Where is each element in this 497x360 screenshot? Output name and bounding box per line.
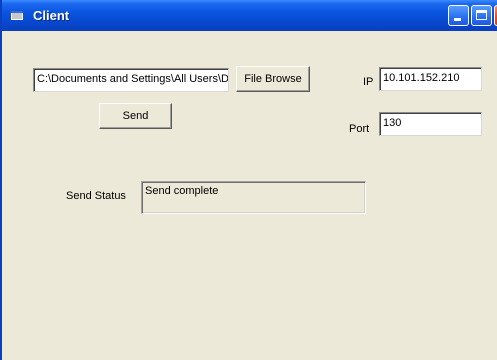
- window-title: Client: [33, 8, 70, 23]
- port-label: Port: [349, 123, 370, 135]
- file-browse-button[interactable]: File Browse: [236, 66, 310, 92]
- ip-address-input[interactable]: 10.101.152.210: [379, 67, 482, 91]
- send-status-label: Send Status: [66, 190, 126, 202]
- send-button[interactable]: Send: [99, 103, 172, 129]
- client-window: Client C:\Documents and Settings\All Use…: [0, 0, 497, 360]
- title-bar[interactable]: Client: [2, 0, 497, 31]
- maximize-icon: [476, 10, 487, 20]
- send-status-field: Send complete: [141, 181, 366, 214]
- app-icon: [11, 11, 23, 20]
- port-input[interactable]: 130: [379, 112, 482, 136]
- maximize-button[interactable]: [471, 5, 492, 26]
- minimize-button[interactable]: [448, 5, 469, 26]
- ip-label: IP: [363, 76, 374, 88]
- minimize-icon: [454, 18, 461, 21]
- file-path-input[interactable]: C:\Documents and Settings\All Users\Docu…: [33, 68, 229, 92]
